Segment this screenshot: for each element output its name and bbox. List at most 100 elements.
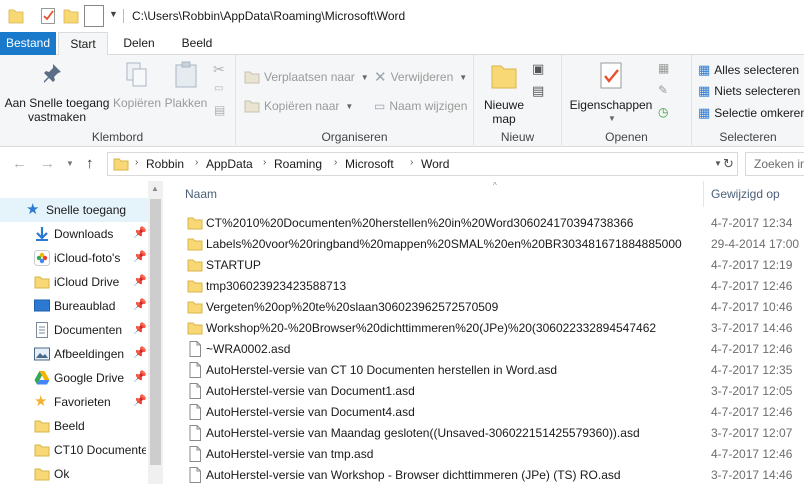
paste-icon	[175, 61, 197, 88]
table-row[interactable]: AutoHerstel-versie van Document4.asd 4-7-…	[163, 402, 804, 423]
open-icon[interactable]: ▦	[658, 61, 669, 75]
nav-item-documents[interactable]: Documenten 📌	[0, 318, 148, 342]
back-arrow-icon[interactable]: ←	[12, 155, 27, 172]
new-item-icon[interactable]: ▣	[532, 61, 544, 77]
recent-locations-chevron-icon[interactable]: ▼	[66, 159, 74, 168]
table-row[interactable]: tmp306023923423588713 4-7-2017 12:46	[163, 276, 804, 297]
breadcrumb-separator-icon[interactable]: ›	[334, 157, 337, 168]
table-row[interactable]: Labels%20voor%20ringband%20mappen%20SMAL…	[163, 234, 804, 255]
forward-arrow-icon[interactable]: →	[40, 155, 55, 172]
folder-icon	[8, 9, 24, 24]
new-folder-icon[interactable]	[63, 7, 79, 25]
tab-share[interactable]: Delen	[114, 32, 164, 55]
breadcrumb-separator-icon[interactable]: ›	[263, 157, 266, 168]
breadcrumb-word[interactable]: Word	[421, 157, 449, 171]
blank-page-icon[interactable]	[84, 5, 104, 27]
navpane-scrollbar[interactable]: ▲	[148, 181, 163, 484]
nav-item-google-drive[interactable]: Google Drive 📌	[0, 366, 148, 390]
tab-view[interactable]: Beeld	[172, 32, 222, 55]
nav-item-ct10[interactable]: CT10 Documenten herstellen	[0, 438, 148, 462]
file-name: AutoHerstel-versie van Document1.asd	[206, 384, 415, 398]
folder-icon	[187, 280, 203, 293]
breadcrumb-appdata[interactable]: AppData	[206, 157, 253, 171]
folder-icon	[34, 420, 50, 433]
pin-icon[interactable]: 📌	[133, 346, 147, 359]
properties-label: Eigenschappen	[569, 98, 653, 112]
table-row[interactable]: Vergeten%20op%20te%20slaan30602396257257…	[163, 297, 804, 318]
nav-item-icloud-photos[interactable]: iCloud-foto's 📌	[0, 246, 148, 270]
nav-item-desktop[interactable]: Bureaublad 📌	[0, 294, 148, 318]
breadcrumb-separator-icon[interactable]: ›	[195, 157, 198, 168]
copy-folder-icon	[244, 100, 260, 113]
refresh-icon[interactable]: ↻	[723, 156, 734, 172]
table-row[interactable]: STARTUP 4-7-2017 12:19	[163, 255, 804, 276]
paste-button[interactable]: Plakken	[163, 61, 209, 110]
table-row[interactable]: AutoHerstel-versie van tmp.asd 4-7-2017 1…	[163, 444, 804, 465]
address-bar[interactable]: › Robbin › AppData › Roaming › Microsoft…	[107, 152, 738, 176]
table-row[interactable]: ~WRA0002.asd 4-7-2017 12:46	[163, 339, 804, 360]
cut-icon[interactable]: ✂	[213, 61, 225, 78]
edit-icon[interactable]: ✎	[658, 83, 668, 97]
up-arrow-icon[interactable]: ↑	[86, 155, 94, 172]
open-group-label: Openen	[605, 130, 648, 144]
nav-item-beeld[interactable]: Beeld	[0, 414, 148, 438]
history-icon[interactable]: ◷	[658, 105, 668, 119]
copy-path-icon[interactable]: ▭	[214, 83, 223, 94]
nav-item-pictures[interactable]: Afbeeldingen 📌	[0, 342, 148, 366]
pin-icon[interactable]: 📌	[133, 322, 147, 335]
tab-start[interactable]: Start	[58, 32, 108, 56]
breadcrumb-separator-icon[interactable]: ›	[410, 157, 413, 168]
pin-icon[interactable]: 📌	[133, 250, 147, 263]
folder-icon	[187, 322, 203, 335]
pin-icon[interactable]: 📌	[133, 298, 147, 311]
tab-file[interactable]: Bestand	[0, 32, 56, 55]
star-blue-icon: ★	[26, 201, 40, 218]
breadcrumb-microsoft[interactable]: Microsoft	[345, 157, 394, 171]
nav-item-label: Snelle toegang	[46, 203, 127, 217]
clipboard-group: Aan Snelle toegang vastmaken Kopiëren Pl…	[0, 55, 236, 147]
easy-access-icon[interactable]: ▤	[532, 83, 544, 99]
table-row[interactable]: CT%2010%20Documenten%20herstellen%20in%2…	[163, 213, 804, 234]
pin-icon[interactable]: 📌	[133, 394, 147, 407]
move-to-button[interactable]: Verplaatsen naar ▼	[244, 67, 369, 87]
select-none-button[interactable]: ▦ Niets selecteren	[698, 81, 800, 101]
properties-button[interactable]: Eigenschappen ▼	[566, 61, 656, 126]
table-row[interactable]: Workshop%20-%20Browser%20dichttimmeren%2…	[163, 318, 804, 339]
scrollbar-thumb[interactable]	[150, 199, 161, 465]
nav-item-quick-access[interactable]: ★ Snelle toegang	[0, 198, 148, 222]
nav-item-downloads[interactable]: Downloads 📌	[0, 222, 148, 246]
nav-item-ok[interactable]: Ok	[0, 462, 148, 484]
paste-shortcut-icon[interactable]: ▤	[214, 103, 225, 117]
table-row[interactable]: AutoHerstel-versie van Document1.asd 3-7-…	[163, 381, 804, 402]
select-all-button[interactable]: ▦ Alles selecteren	[698, 60, 799, 80]
pin-quick-access-button[interactable]: Aan Snelle toegang vastmaken	[4, 61, 110, 124]
nav-item-favorites[interactable]: ★ Favorieten 📌	[0, 390, 148, 414]
address-dropdown-chevron-icon[interactable]: ▼	[714, 159, 722, 168]
new-folder-button[interactable]: Nieuwe map	[478, 61, 530, 126]
copy-to-button[interactable]: Kopiëren naar ▼	[244, 96, 353, 116]
search-input[interactable]: Zoeken in Word	[745, 152, 804, 176]
pin-icon[interactable]: 📌	[133, 226, 147, 239]
table-row[interactable]: AutoHerstel-versie van Workshop - Browse…	[163, 465, 804, 484]
pin-icon[interactable]: 📌	[133, 274, 147, 287]
breadcrumb-roaming[interactable]: Roaming	[274, 157, 322, 171]
pin-icon[interactable]: 📌	[133, 370, 147, 383]
nav-item-icloud-drive[interactable]: iCloud Drive 📌	[0, 270, 148, 294]
table-row[interactable]: AutoHerstel-versie van Maandag gesloten(…	[163, 423, 804, 444]
column-header-name[interactable]: Naam	[185, 181, 685, 207]
column-header-modified[interactable]: Gewijzigd op	[711, 181, 804, 207]
column-divider[interactable]	[703, 181, 704, 207]
scroll-up-chevron-icon[interactable]: ▲	[151, 184, 159, 193]
customize-toolbar-chevron-icon[interactable]: ▼	[109, 9, 118, 19]
delete-button[interactable]: ✕ Verwijderen ▼	[374, 67, 467, 87]
table-row[interactable]: AutoHerstel-versie van CT 10 Documenten …	[163, 360, 804, 381]
invert-selection-button[interactable]: ▦ Selectie omkeren	[698, 103, 804, 123]
breadcrumb-robbin[interactable]: Robbin	[146, 157, 184, 171]
breadcrumb-separator-icon[interactable]: ›	[135, 157, 138, 168]
pin-icon	[43, 64, 61, 83]
file-modified-date: 3-7-2017 14:46	[711, 321, 793, 335]
pictures-icon	[34, 347, 50, 361]
properties-check-icon[interactable]	[40, 7, 56, 25]
rename-button[interactable]: ▭ Naam wijzigen	[374, 96, 467, 116]
copy-button[interactable]: Kopiëren	[112, 61, 162, 110]
